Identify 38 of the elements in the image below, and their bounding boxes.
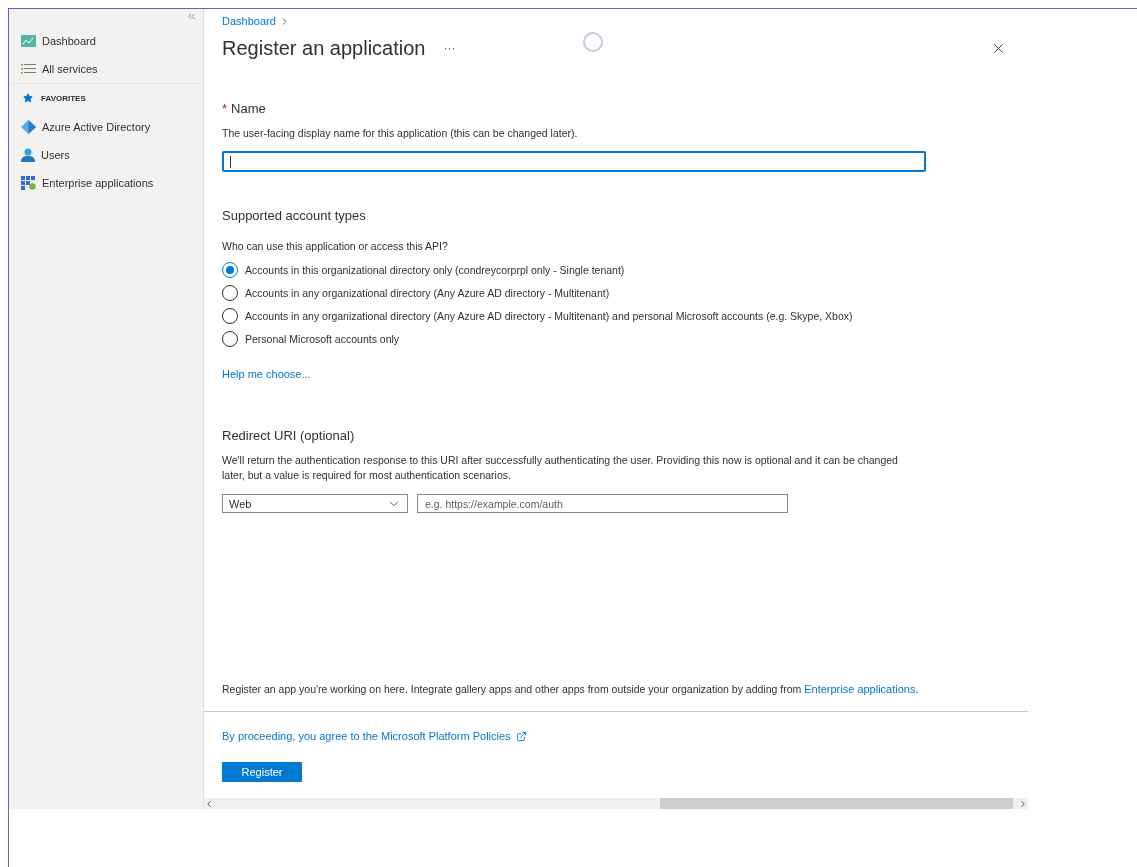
list-icon <box>21 63 36 75</box>
radio-option[interactable]: Accounts in this organizational directory only (condreycorprpl only - Single tenant) <box>222 258 1004 281</box>
sidebar-item[interactable]: Azure Active Directory <box>9 113 203 141</box>
more-button[interactable]: ··· <box>443 41 456 55</box>
breadcrumb-link[interactable]: Dashboard <box>222 15 276 27</box>
sidebar-item[interactable]: Dashboard <box>9 27 203 55</box>
horizontal-scrollbar[interactable] <box>204 798 1028 809</box>
loading-icon <box>583 32 604 52</box>
radio-option[interactable]: Personal Microsoft accounts only <box>222 327 1004 350</box>
favorites-header: FAVORITES <box>9 83 203 113</box>
user-icon <box>21 148 35 162</box>
name-description: The user-facing display name for this application (this can be changed later). <box>222 126 579 141</box>
sidebar-item[interactable]: All services <box>9 55 203 83</box>
redirect-description: We'll return the authentication response to this URI after successfully authenticating the user. Providing this now is optional and it can be changed later, but a value is required for most authentication scenarios. <box>222 453 899 483</box>
name-input-field[interactable] <box>222 151 926 172</box>
star-icon <box>23 93 33 103</box>
page-title: Register an application <box>222 36 426 60</box>
question-text: Who can use this application or access this API? <box>222 239 449 254</box>
radio-option[interactable]: Accounts in any organizational directory (Any Azure AD directory - Multitenant) <box>222 281 1004 304</box>
external-link-icon <box>515 730 527 742</box>
info-text: Register an app you're working on here. Integrate gallery apps and other apps from outside your organization by adding from Enterprise applications. <box>222 683 920 695</box>
name-label: Name <box>231 101 266 116</box>
sidebar-item[interactable]: Enterprise applications <box>9 169 203 197</box>
scroll-right-icon[interactable] <box>1018 798 1028 809</box>
redirect-uri-field[interactable]: e.g. https://example.com/auth <box>417 494 788 513</box>
sidebar-item[interactable]: Users <box>9 141 203 169</box>
register-button[interactable]: Register <box>222 762 302 782</box>
section-heading: Supported account types <box>222 208 367 223</box>
radio-option[interactable]: Accounts in any organizational directory (Any Azure AD directory - Multitenant) and personal Microsoft accounts (e.g. Skype, Xbox) <box>222 304 1004 327</box>
policy-link[interactable]: By proceeding, you agree to the Microsoft Platform Policies <box>222 730 511 742</box>
dashboard-icon <box>21 35 36 47</box>
platform-dropdown[interactable]: Web <box>222 494 408 513</box>
diamond-icon <box>21 120 36 134</box>
scroll-left-icon[interactable] <box>204 798 214 809</box>
help-link[interactable]: Help me choose... <box>222 368 311 380</box>
app-grid-icon <box>21 176 36 190</box>
section-heading: Redirect URI (optional) <box>222 428 356 443</box>
required-mark: * <box>222 101 228 116</box>
